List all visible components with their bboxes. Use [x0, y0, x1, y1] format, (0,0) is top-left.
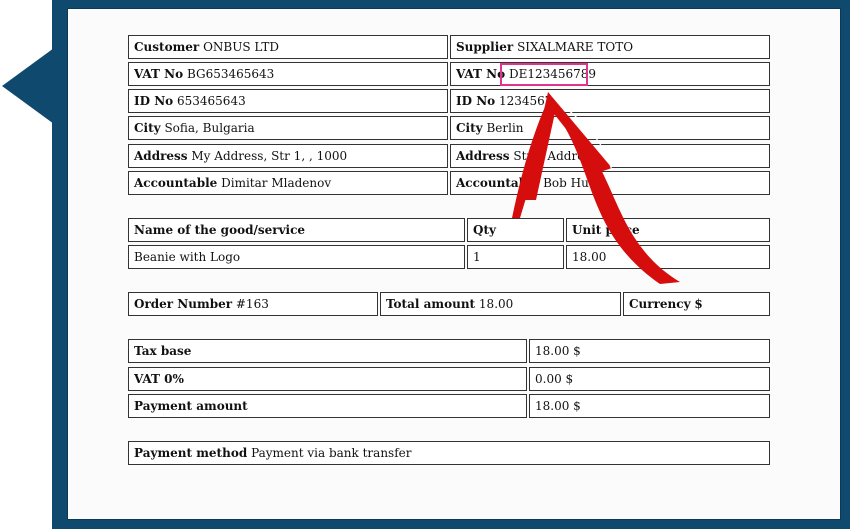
vat-rate-label-cell: VAT 0%	[128, 367, 527, 391]
supplier-accountable-value: Bob Hu	[543, 176, 589, 190]
tax-base-label-cell: Tax base	[128, 339, 527, 363]
city-label: City	[134, 121, 161, 135]
table-row-good-qty: 1	[467, 245, 564, 269]
goods-header-name: Name of the good/service	[128, 218, 465, 242]
vat-label: VAT No	[134, 67, 184, 81]
accountable-label: Accountable	[456, 176, 540, 190]
total-amount-label: Total amount	[386, 297, 476, 311]
accountable-label: Accountable	[134, 176, 218, 190]
customer-vat-cell: VAT No BG653465643	[128, 62, 448, 86]
supplier-id-cell: ID No 1234567	[450, 89, 770, 113]
supplier-address-value: Str 1 Address	[513, 149, 597, 163]
payment-method-cell: Payment method Payment via bank transfer	[128, 441, 770, 465]
vat-highlight-box	[500, 63, 588, 86]
supplier-vat-cell: VAT No DE123456789	[450, 62, 770, 86]
total-amount-cell: Total amount 18.00	[380, 292, 621, 316]
customer-address-value: My Address, Str 1, , 1000	[191, 149, 348, 163]
customer-vat-value: BG653465643	[186, 67, 275, 81]
table-row-good-price: 18.00	[566, 245, 770, 269]
supplier-id-value: 1234567	[499, 94, 553, 108]
customer-label: Customer	[134, 40, 200, 54]
currency-value: $	[694, 297, 703, 311]
supplier-value: SIXALMARE TOTO	[517, 40, 634, 54]
payment-amount-label-cell: Payment amount	[128, 394, 527, 418]
customer-city-cell: City Sofia, Bulgaria	[128, 116, 448, 140]
supplier-label: Supplier	[456, 40, 514, 54]
supplier-accountable-cell: Accountable Bob Hu	[450, 171, 770, 195]
goods-header-qty: Qty	[467, 218, 564, 242]
customer-accountable-value: Dimitar Mladenov	[221, 176, 332, 190]
tax-base-value-cell: 18.00 $	[529, 339, 770, 363]
address-label: Address	[134, 149, 188, 163]
supplier-city-value: Berlin	[486, 121, 524, 135]
supplier-cell: Supplier SIXALMARE TOTO	[450, 35, 770, 59]
city-label: City	[456, 121, 483, 135]
total-amount-value: 18.00	[478, 297, 514, 311]
customer-accountable-cell: Accountable Dimitar Mladenov	[128, 171, 448, 195]
supplier-address-cell: Address Str 1 Address	[450, 144, 770, 168]
payment-amount-value-cell: 18.00 $	[529, 394, 770, 418]
order-number-cell: Order Number #163	[128, 292, 378, 316]
table-row-good-name: Beanie with Logo	[128, 245, 465, 269]
customer-address-cell: Address My Address, Str 1, , 1000	[128, 144, 448, 168]
customer-id-value: 653465643	[177, 94, 246, 108]
id-label: ID No	[456, 94, 496, 108]
goods-header-unit-price: Unit price	[566, 218, 770, 242]
customer-value: ONBUS LTD	[203, 40, 279, 54]
supplier-city-cell: City Berlin	[450, 116, 770, 140]
address-label: Address	[456, 149, 510, 163]
vat-rate-value-cell: 0.00 $	[529, 367, 770, 391]
vat-label: VAT No	[456, 67, 506, 81]
currency-label: Currency	[629, 297, 691, 311]
order-number-label: Order Number	[134, 297, 233, 311]
order-number-value: #163	[235, 297, 269, 311]
customer-cell: Customer ONBUS LTD	[128, 35, 448, 59]
customer-city-value: Sofia, Bulgaria	[164, 121, 255, 135]
id-label: ID No	[134, 94, 174, 108]
payment-method-value: Payment via bank transfer	[251, 446, 412, 460]
customer-id-cell: ID No 653465643	[128, 89, 448, 113]
side-tab	[2, 48, 54, 124]
currency-cell: Currency $	[623, 292, 770, 316]
payment-method-label: Payment method	[134, 446, 248, 460]
